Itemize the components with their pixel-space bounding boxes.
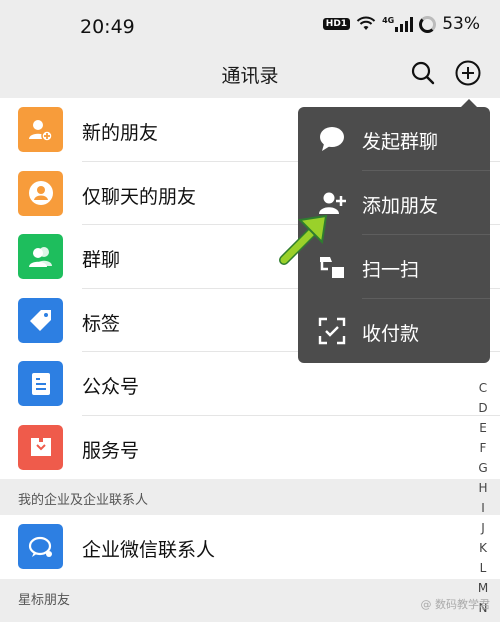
watermark: @ 数码教学君 <box>420 598 491 611</box>
index-letter[interactable]: O <box>478 618 487 622</box>
index-letter[interactable]: K <box>479 538 487 558</box>
status-bar: 20:49 HD1 4G 53% <box>0 0 500 50</box>
index-letter[interactable]: E <box>479 418 487 438</box>
wecom-icon <box>18 524 63 569</box>
section-header-enterprise: 我的企业及企业联系人 <box>0 479 500 515</box>
plus-circle-icon[interactable] <box>454 59 482 87</box>
service-account-icon <box>18 424 63 470</box>
wifi-icon <box>356 16 376 30</box>
official-account-icon <box>18 361 63 406</box>
contact-row-wecom-contacts[interactable]: 企业微信联系人 <box>0 515 500 579</box>
tag-icon <box>18 297 63 343</box>
alphabet-index[interactable]: C D E F G H I J K L M N O <box>476 378 490 622</box>
payment-scan-icon <box>318 317 346 345</box>
search-icon[interactable] <box>410 60 436 86</box>
battery-icon <box>419 15 437 33</box>
network-label: 4G <box>382 15 395 25</box>
index-letter[interactable]: J <box>481 518 485 538</box>
status-icons: HD1 4G 53% <box>322 14 480 34</box>
index-letter[interactable]: L <box>480 558 487 578</box>
contact-label: 公众号 <box>82 376 140 398</box>
chat-only-icon <box>18 170 63 216</box>
index-letter[interactable]: D <box>478 398 487 418</box>
battery-percent: 53% <box>442 14 480 34</box>
chat-bubble-icon <box>320 127 344 151</box>
index-letter[interactable]: G <box>478 458 487 478</box>
index-letter[interactable]: M <box>478 578 488 598</box>
hd-badge: HD1 <box>322 18 351 30</box>
menu-item-label: 添加朋友 <box>362 195 439 217</box>
index-letter[interactable]: I <box>481 498 485 518</box>
contact-label: 标签 <box>82 312 121 335</box>
menu-item-payment[interactable]: 收付款 <box>298 299 490 363</box>
index-letter[interactable]: H <box>478 478 487 498</box>
menu-item-label: 收付款 <box>362 323 420 345</box>
group-icon <box>18 234 63 279</box>
contact-label: 企业微信联系人 <box>82 539 216 561</box>
status-time: 20:49 <box>80 16 135 38</box>
index-letter[interactable]: C <box>479 378 487 398</box>
contact-label: 仅聊天的朋友 <box>82 185 197 208</box>
contact-label: 新的朋友 <box>82 122 159 144</box>
nav-bar: 通讯录 <box>0 50 500 98</box>
contact-label: 群聊 <box>82 249 121 271</box>
signal-icon <box>395 16 414 32</box>
index-letter[interactable]: F <box>480 438 487 458</box>
contact-row-service-accounts[interactable]: 服务号 <box>0 415 500 479</box>
menu-item-start-group-chat[interactable]: 发起群聊 <box>298 107 490 171</box>
contact-label: 服务号 <box>82 439 140 462</box>
add-friend-icon <box>18 107 63 152</box>
menu-item-label: 发起群聊 <box>362 131 439 153</box>
menu-item-label: 扫一扫 <box>362 259 420 281</box>
pointer-arrow-icon <box>279 214 328 265</box>
